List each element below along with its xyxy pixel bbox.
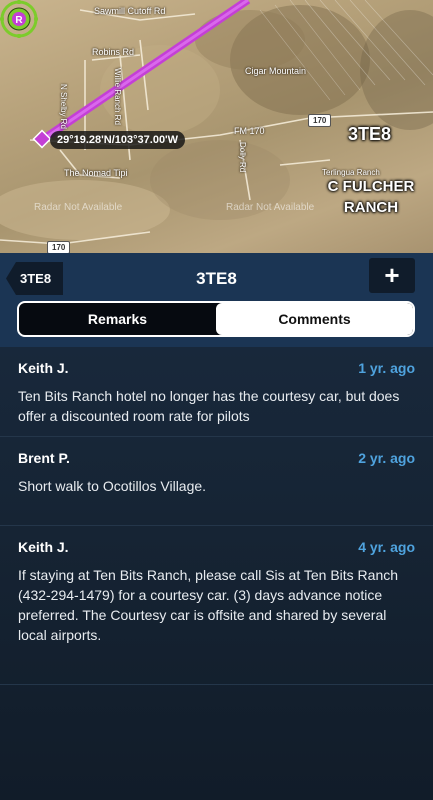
comment-author: Keith J. bbox=[18, 360, 69, 376]
comment-author: Keith J. bbox=[18, 539, 69, 555]
airport-name-label: C FULCHER RANCH bbox=[327, 178, 415, 216]
map-place-label: The Nomad Tipi bbox=[64, 168, 128, 178]
map-road-label: Willie Ranch Rd bbox=[113, 68, 122, 125]
radar-notice: Radar Not Available bbox=[34, 202, 123, 213]
comments-list[interactable]: Keith J. 1 yr. ago Ten Bits Ranch hotel … bbox=[0, 347, 433, 800]
list-item: Keith J. 1 yr. ago Ten Bits Ranch hotel … bbox=[0, 347, 433, 437]
comment-text: Short walk to Ocotillos Village. bbox=[18, 478, 207, 494]
map-view[interactable]: Sawmill Cutoff Rd Robins Rd N Shelby Rd … bbox=[0, 0, 433, 253]
comment-age: 4 yr. ago bbox=[358, 539, 415, 555]
airport-marker-letter: R bbox=[15, 15, 23, 26]
map-road-label: Sawmill Cutoff Rd bbox=[94, 6, 166, 16]
airport-marker-icon[interactable]: R bbox=[0, 0, 38, 38]
comment-age: 1 yr. ago bbox=[358, 360, 415, 376]
coordinate-readout: 29°19.28'N/103°37.00'W bbox=[50, 131, 186, 149]
segmented-control: Remarks Comments bbox=[17, 301, 415, 337]
map-road-label: Dolly Rd bbox=[238, 142, 247, 173]
comment-text: Ten Bits Ranch hotel no longer has the c… bbox=[18, 388, 400, 424]
map-place-label: Cigar Mountain bbox=[245, 66, 307, 76]
tab-comments[interactable]: Comments bbox=[216, 303, 413, 335]
comment-text: If staying at Ten Bits Ranch, please cal… bbox=[18, 567, 399, 643]
map-road-label: N Shelby Rd bbox=[59, 84, 68, 129]
tab-remarks[interactable]: Remarks bbox=[19, 303, 216, 335]
radar-notice: Radar Not Available bbox=[226, 202, 315, 213]
airport-id-label: 3TE8 bbox=[348, 124, 392, 144]
list-item: Keith J. 4 yr. ago If staying at Ten Bit… bbox=[0, 526, 433, 685]
highway-shield: 170 bbox=[47, 241, 71, 253]
comment-author: Brent P. bbox=[18, 450, 70, 466]
add-comment-button[interactable]: + bbox=[369, 258, 415, 293]
highway-shield: 170 bbox=[308, 114, 332, 127]
comment-age: 2 yr. ago bbox=[358, 450, 415, 466]
list-item: Brent P. 2 yr. ago Short walk to Ocotill… bbox=[0, 437, 433, 526]
map-road-label: Robins Rd bbox=[92, 47, 135, 57]
map-road-label: FM 170 bbox=[234, 126, 265, 136]
detail-header: 3TE8 3TE8 + Remarks Comments bbox=[0, 253, 433, 347]
